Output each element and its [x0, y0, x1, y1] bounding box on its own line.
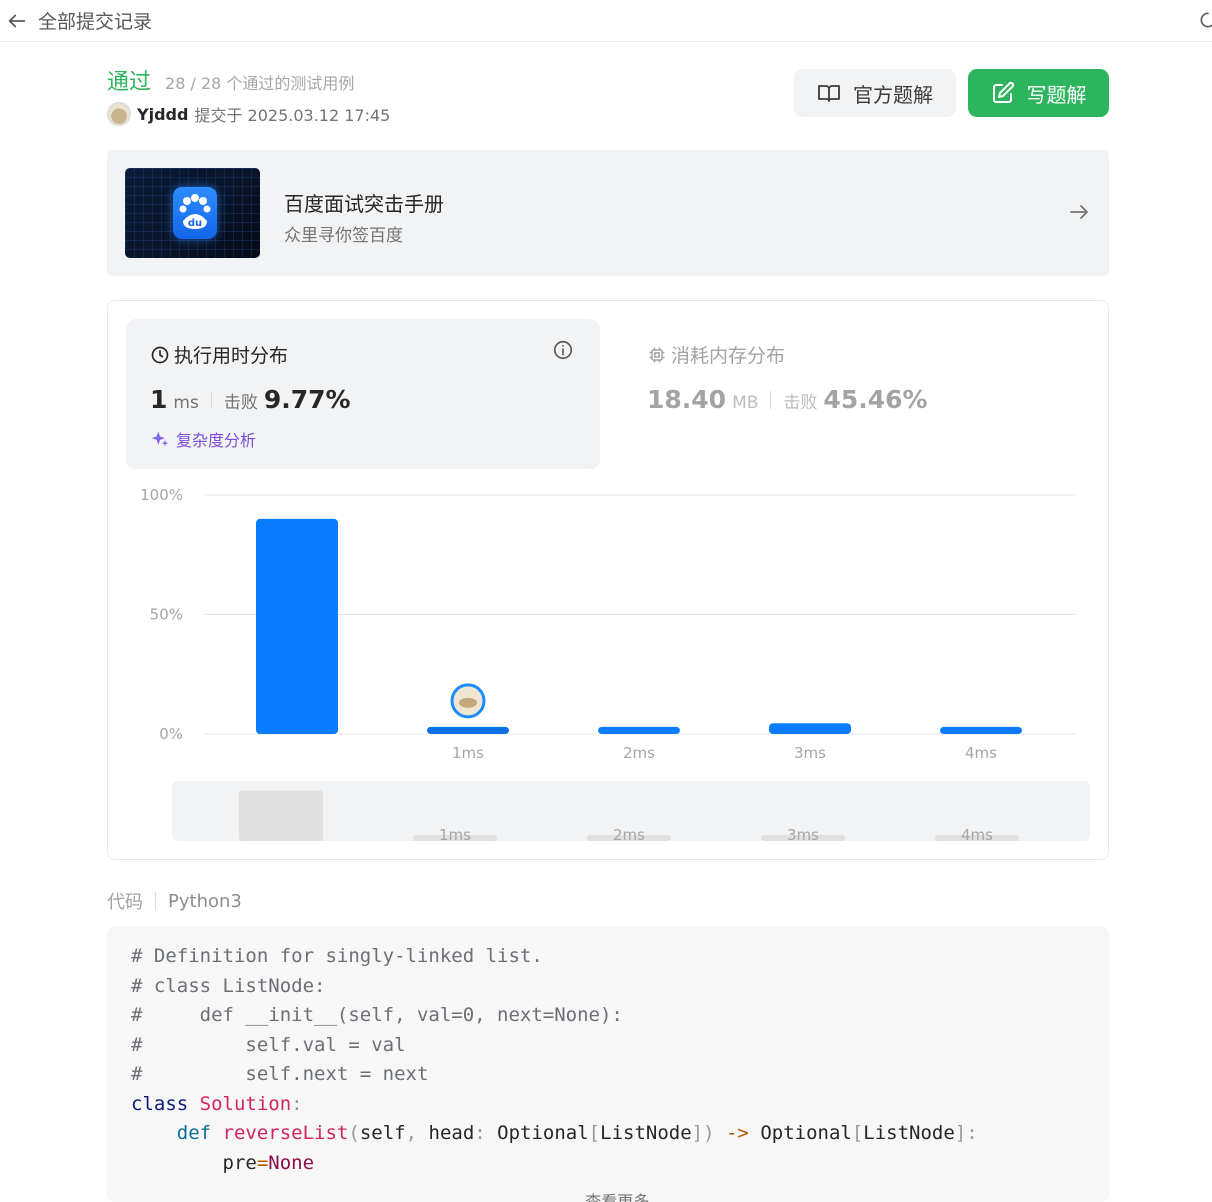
chevron-down-icon: ⌄ — [566, 1192, 581, 1202]
x-tick-label: 3ms — [794, 744, 826, 762]
clock-icon — [151, 346, 169, 363]
official-solution-label: 官方题解 — [853, 82, 933, 107]
avatar-figure — [459, 697, 477, 708]
info-icon[interactable] — [552, 339, 574, 361]
book-icon — [818, 85, 840, 102]
memory-title: 消耗内存分布 — [647, 341, 785, 368]
code-language: Python3 — [168, 890, 242, 912]
runtime-unit: ms — [173, 393, 199, 413]
overview-label: 4ms — [961, 826, 993, 844]
overview-label: 1ms — [439, 826, 471, 844]
arrow-left-icon — [8, 14, 26, 27]
memory-value: 18.40 — [647, 385, 727, 414]
code-block: # Definition for singly-linked list. # c… — [107, 926, 1109, 1202]
memory-beat-label: 击败 — [783, 393, 818, 413]
arrow-right-icon — [1070, 205, 1088, 219]
x-tick-label: 2ms — [623, 744, 655, 762]
chart-bar — [940, 726, 1022, 734]
edit-icon — [992, 81, 1014, 103]
chart-bar — [427, 726, 509, 734]
banner-title: 百度面试突击手册 — [284, 192, 444, 216]
runtime-beat-label: 击败 — [223, 393, 258, 413]
submission-status: 通过 28 / 28 个通过的测试用例 — [107, 64, 354, 96]
memory-metric: 18.40 MB 击败 45.46% — [647, 385, 928, 414]
banner-image: du — [125, 168, 260, 258]
banner-subtitle: 众里寻你签百度 — [284, 226, 403, 246]
runtime-title: 执行用时分布 — [150, 341, 288, 368]
username[interactable]: Yjddd — [137, 105, 188, 124]
code-header: 代码 Python3 — [107, 888, 242, 914]
submitter-info: Yjddd 提交于 2025.03.12 17:45 — [107, 102, 390, 126]
back-label: 全部提交记录 — [38, 11, 153, 33]
x-tick-label: 1ms — [452, 744, 484, 762]
code-label: 代码 — [107, 892, 143, 913]
test-cases-count: 28 / 28 个通过的测试用例 — [165, 74, 355, 93]
overview-label: 2ms — [613, 826, 645, 844]
sparkle-icon — [151, 431, 169, 447]
top-bar: 全部提交记录 — [0, 0, 1212, 42]
code-content: # Definition for singly-linked list. # c… — [131, 945, 978, 1174]
baidu-logo-icon: du — [173, 187, 217, 239]
avatar[interactable] — [107, 102, 131, 126]
chart-bar — [598, 726, 680, 734]
runtime-value: 1 — [150, 385, 168, 414]
write-solution-button[interactable]: 写题解 — [968, 69, 1109, 117]
refresh-icon[interactable] — [1198, 10, 1212, 30]
complexity-analysis-link[interactable]: 复杂度分析 — [150, 427, 256, 451]
runtime-metric: 1 ms 击败 9.77% — [150, 385, 351, 414]
memory-unit: MB — [732, 393, 759, 413]
promo-banner[interactable]: du 百度面试突击手册 众里寻你签百度 — [107, 150, 1109, 276]
memory-beat-pct: 45.46% — [823, 385, 928, 414]
chart-bar — [769, 723, 851, 734]
chip-icon — [649, 347, 665, 362]
svg-text:du: du — [188, 218, 202, 229]
back-button[interactable]: 全部提交记录 — [6, 7, 152, 34]
runtime-distribution-chart: 100% 50% 0% 1ms 2ms 3ms 4ms 1ms 2ms 3ms 4ms — [140, 486, 1090, 844]
overview-bar — [239, 790, 323, 841]
write-solution-label: 写题解 — [1026, 82, 1087, 107]
submitted-at: 提交于 2025.03.12 17:45 — [194, 106, 391, 125]
x-tick-label: 4ms — [965, 744, 997, 762]
chart-bar — [256, 518, 338, 734]
runtime-beat-pct: 9.77% — [263, 385, 351, 414]
runtime-tile[interactable]: 执行用时分布 1 ms 击败 9.77% 复杂度分析 — [126, 319, 600, 469]
overview-label: 3ms — [787, 826, 819, 844]
y-tick-label: 50% — [150, 606, 183, 624]
official-solution-button[interactable]: 官方题解 — [794, 69, 956, 117]
performance-card: 执行用时分布 1 ms 击败 9.77% 复杂度分析 消耗内存分布 18.40 … — [107, 300, 1109, 860]
show-more-button[interactable]: ⌄ 查看更多 — [107, 1172, 1109, 1202]
y-tick-label: 0% — [159, 725, 183, 743]
memory-tile[interactable]: 消耗内存分布 18.40 MB 击败 45.46% — [623, 319, 1097, 469]
y-tick-label: 100% — [140, 486, 183, 504]
status-label: 通过 — [107, 70, 152, 95]
